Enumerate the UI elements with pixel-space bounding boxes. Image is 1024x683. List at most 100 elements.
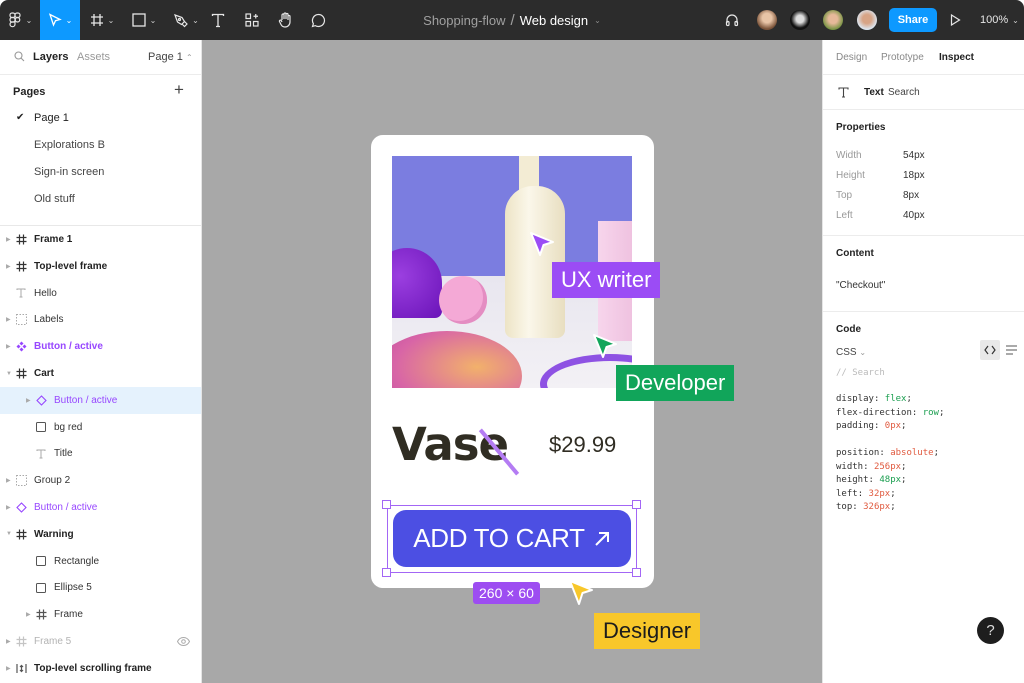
hand-tool-button[interactable] xyxy=(273,0,297,40)
main-menu-button[interactable]: ⌄ xyxy=(0,0,40,40)
code-punct: : xyxy=(857,488,869,499)
layer-name: Frame xyxy=(54,609,83,621)
layer-row[interactable]: ▶ Button / active xyxy=(0,386,201,414)
code-line: width: 256px; xyxy=(836,461,939,475)
file-name[interactable]: Web design xyxy=(520,13,588,28)
tab-layers[interactable]: Layers xyxy=(33,51,68,63)
add-page-icon[interactable]: + xyxy=(174,80,184,100)
layer-row[interactable]: ▼ Cart xyxy=(0,360,201,387)
layer-row[interactable]: ▶ Button / active xyxy=(0,494,201,521)
list-view-icon[interactable] xyxy=(1006,345,1017,355)
property-label: Top xyxy=(836,190,853,201)
zoom-dropdown[interactable]: 100% ⌄ xyxy=(980,0,1019,40)
chevron-down-icon: ⌄ xyxy=(1012,15,1019,25)
avatar[interactable] xyxy=(757,10,777,30)
caret-right-icon[interactable]: ▶ xyxy=(6,665,11,672)
layer-row[interactable]: ▶ Top-level scrolling frame xyxy=(0,655,201,682)
caret-right-icon[interactable]: ▶ xyxy=(6,504,11,511)
property-value[interactable]: 8px xyxy=(903,190,919,201)
caret-right-icon[interactable]: ▶ xyxy=(6,263,11,270)
layer-row[interactable]: ▶ Frame xyxy=(0,601,201,628)
page-item[interactable]: Page 1 xyxy=(34,112,69,124)
page-item[interactable]: Explorations B xyxy=(34,139,105,151)
caret-right-icon[interactable]: ▶ xyxy=(26,397,31,404)
product-price[interactable]: $29.99 xyxy=(549,432,616,458)
code-header: Code xyxy=(836,324,861,335)
rectangle-icon xyxy=(131,13,146,27)
tab-design[interactable]: Design xyxy=(836,52,867,63)
headphones-icon xyxy=(725,14,739,27)
layer-name: Group 2 xyxy=(34,475,71,487)
caret-right-icon[interactable]: ▶ xyxy=(6,343,11,350)
resize-handle-bottom-left[interactable] xyxy=(382,568,391,577)
tab-assets[interactable]: Assets xyxy=(77,51,110,63)
layer-name: Ellipse 5 xyxy=(54,582,92,594)
layer-row[interactable]: Title xyxy=(0,440,201,467)
layer-row[interactable]: bg red xyxy=(0,414,201,441)
audio-button[interactable] xyxy=(722,0,742,40)
code-view-button[interactable] xyxy=(980,340,1000,360)
caret-right-icon[interactable]: ▶ xyxy=(6,236,11,243)
property-label: Left xyxy=(836,210,853,221)
eye-icon[interactable] xyxy=(176,636,191,649)
layer-row[interactable]: ▶ Top-level frame xyxy=(0,253,201,280)
developer-cursor-icon xyxy=(593,334,617,358)
help-button[interactable]: ? xyxy=(977,617,1004,644)
layer-row[interactable]: ▶ Labels xyxy=(0,306,201,333)
avatar[interactable] xyxy=(823,10,843,30)
ux-writer-cursor-label: UX writer xyxy=(552,262,661,298)
content-value[interactable]: "Checkout" xyxy=(836,280,885,291)
page-item[interactable]: Old stuff xyxy=(34,193,75,205)
layer-row[interactable]: ▶ Group 2 xyxy=(0,467,201,494)
resize-handle-bottom-right[interactable] xyxy=(632,568,641,577)
component-icon xyxy=(15,341,27,353)
page-selector[interactable]: Page 1 ⌃ xyxy=(148,51,193,63)
caret-right-icon[interactable]: ▶ xyxy=(6,477,11,484)
page-item[interactable]: Sign-in screen xyxy=(34,166,104,178)
pen-tool-button[interactable]: ⌄ xyxy=(166,0,206,40)
pen-icon xyxy=(174,13,188,27)
shape-tool-button[interactable]: ⌄ xyxy=(124,0,164,40)
move-tool-button[interactable]: ⌄ xyxy=(40,0,80,40)
layer-name: Hello xyxy=(34,287,57,299)
chevron-down-icon: ⌄ xyxy=(25,15,33,25)
caret-right-icon[interactable]: ▶ xyxy=(6,316,11,323)
code-language-dropdown[interactable]: CSS ⌄ xyxy=(836,347,866,358)
caret-right-icon[interactable]: ▶ xyxy=(26,611,31,618)
frame-tool-button[interactable]: ⌄ xyxy=(84,0,120,40)
layer-row[interactable]: Ellipse 5 xyxy=(0,574,201,601)
layer-row[interactable]: Rectangle xyxy=(0,548,201,575)
share-button[interactable]: Share xyxy=(889,8,937,32)
tab-inspect[interactable]: Inspect xyxy=(939,52,974,63)
caret-down-icon[interactable]: ▼ xyxy=(6,371,12,377)
avatar[interactable] xyxy=(857,10,877,30)
caret-right-icon[interactable]: ▶ xyxy=(6,638,11,645)
layer-name: Warning xyxy=(34,528,74,540)
avatar[interactable] xyxy=(790,10,810,30)
project-name-link[interactable]: Shopping-flow xyxy=(423,13,505,28)
code-punct: : xyxy=(873,394,885,404)
present-button[interactable] xyxy=(946,0,964,40)
text-tool-button[interactable] xyxy=(206,0,230,40)
layer-row[interactable]: ▶ Frame 5 xyxy=(0,628,201,655)
code-punct: : xyxy=(852,502,864,512)
page-selector-label: Page 1 xyxy=(148,51,183,63)
selection-box[interactable] xyxy=(387,505,637,573)
chevron-down-icon[interactable]: ⌄ xyxy=(594,16,601,25)
code-punct: : xyxy=(863,461,874,472)
comment-tool-button[interactable] xyxy=(306,0,330,40)
canvas[interactable]: Vase $29.99 ADD TO CART 260 × 60 UX writ… xyxy=(202,40,822,683)
layer-row[interactable]: ▼ Warning xyxy=(0,521,201,548)
resize-handle-top-left[interactable] xyxy=(382,500,391,509)
resources-button[interactable] xyxy=(240,0,264,40)
layer-row[interactable]: ▶ Button / active xyxy=(0,333,201,360)
search-icon[interactable] xyxy=(14,51,25,62)
tab-prototype[interactable]: Prototype xyxy=(881,52,924,63)
layer-row[interactable]: Hello xyxy=(0,280,201,307)
resize-handle-top-right[interactable] xyxy=(632,500,641,509)
caret-down-icon[interactable]: ▼ xyxy=(6,531,12,537)
property-value[interactable]: 40px xyxy=(903,210,925,221)
layer-row[interactable]: ▶ Frame 1 xyxy=(0,226,201,253)
property-value[interactable]: 54px xyxy=(903,150,925,161)
property-value[interactable]: 18px xyxy=(903,170,925,181)
